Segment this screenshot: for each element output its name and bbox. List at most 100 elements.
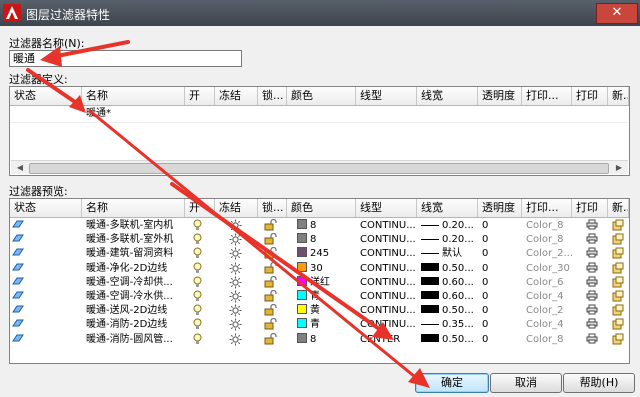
column-header-linetype[interactable]: 线型 bbox=[356, 87, 417, 105]
column-header-freeze[interactable]: 冻结 bbox=[215, 199, 258, 217]
color-cell[interactable]: 8 bbox=[287, 332, 356, 347]
linetype-cell[interactable]: CONTINU... bbox=[356, 233, 417, 247]
color-cell[interactable]: 8 bbox=[287, 219, 356, 233]
layer-name-cell[interactable]: 暖通-多联机-室外机 bbox=[82, 233, 185, 247]
freeze-sun-icon[interactable] bbox=[215, 262, 258, 276]
close-button[interactable]: ✕ bbox=[596, 3, 638, 24]
new-vp-freeze-icon[interactable] bbox=[608, 304, 629, 318]
plot-style-cell[interactable]: Color_4 bbox=[522, 318, 572, 332]
plot-style-cell[interactable]: Color_2 bbox=[522, 304, 572, 318]
transparency-cell[interactable]: 0 bbox=[478, 233, 522, 247]
status-icon[interactable] bbox=[10, 233, 82, 247]
printer-icon[interactable] bbox=[572, 333, 608, 347]
unlock-icon[interactable] bbox=[258, 318, 287, 332]
transparency-cell[interactable]: 0 bbox=[478, 304, 522, 318]
definition-horizontal-scrollbar[interactable]: ◀ ▶ bbox=[11, 160, 628, 174]
layer-name-cell[interactable]: 暖通-消防-2D边线 bbox=[82, 318, 185, 332]
column-header-status[interactable]: 状态 bbox=[10, 199, 82, 217]
column-header-lineweight[interactable]: 线宽 bbox=[417, 87, 478, 105]
cancel-button[interactable]: 取消 bbox=[490, 373, 562, 393]
new-vp-freeze-icon[interactable] bbox=[608, 318, 629, 332]
layer-name-cell[interactable]: 暖通-空调-冷水供... bbox=[82, 290, 185, 304]
printer-icon[interactable] bbox=[572, 219, 608, 233]
layer-name-cell[interactable]: 暖通-多联机-室内机 bbox=[82, 219, 185, 233]
plot-style-cell[interactable]: Color_2... bbox=[522, 247, 572, 261]
unlock-icon[interactable] bbox=[258, 304, 287, 318]
layer-name-cell[interactable]: 暖通-消防-圆风管... bbox=[82, 333, 185, 347]
unlock-icon[interactable] bbox=[258, 261, 287, 276]
column-header-transparency[interactable]: 透明度 bbox=[478, 87, 522, 105]
preview-row[interactable]: 暖通-送风-2D边线 黄 CONTINU... 0.50... 0 Color_2 bbox=[10, 304, 629, 318]
freeze-sun-icon[interactable] bbox=[215, 219, 258, 233]
column-header-on[interactable]: 开 bbox=[185, 199, 215, 217]
freeze-sun-icon[interactable] bbox=[215, 318, 258, 332]
linetype-cell[interactable]: CONTINU... bbox=[356, 219, 417, 233]
lineweight-cell[interactable]: 0.60... bbox=[417, 290, 478, 304]
lightbulb-icon[interactable] bbox=[185, 333, 215, 347]
lineweight-cell[interactable]: 0.20... bbox=[417, 219, 478, 233]
preview-row[interactable]: 暖通-净化-2D边线 30 CONTINU... 0.50... 0 Color_30 bbox=[10, 261, 629, 276]
printer-icon[interactable] bbox=[572, 262, 608, 276]
freeze-sun-icon[interactable] bbox=[215, 290, 258, 304]
color-cell[interactable]: 8 bbox=[287, 233, 356, 247]
ok-button[interactable]: 确定 bbox=[415, 373, 489, 393]
lightbulb-icon[interactable] bbox=[185, 290, 215, 304]
freeze-sun-icon[interactable] bbox=[215, 233, 258, 247]
unlock-icon[interactable] bbox=[258, 219, 287, 233]
linetype-cell[interactable]: CONTINU... bbox=[356, 304, 417, 318]
plot-style-cell[interactable]: Color_8 bbox=[522, 333, 572, 347]
new-vp-freeze-icon[interactable] bbox=[608, 247, 629, 261]
linetype-cell[interactable]: CONTINU... bbox=[356, 276, 417, 290]
new-vp-freeze-icon[interactable] bbox=[608, 233, 629, 247]
column-header-plot-style[interactable]: 打印... bbox=[522, 87, 572, 105]
lineweight-cell[interactable]: 0.20... bbox=[417, 233, 478, 247]
lightbulb-icon[interactable] bbox=[185, 304, 215, 318]
unlock-icon[interactable] bbox=[258, 275, 287, 290]
column-header-name[interactable]: 名称 bbox=[82, 87, 185, 105]
lineweight-cell[interactable]: 0.50... bbox=[417, 333, 478, 347]
status-icon[interactable] bbox=[10, 304, 82, 318]
new-vp-freeze-icon[interactable] bbox=[608, 290, 629, 304]
status-icon[interactable] bbox=[10, 318, 82, 332]
printer-icon[interactable] bbox=[572, 247, 608, 261]
column-header-name[interactable]: 名称 bbox=[82, 199, 185, 217]
lightbulb-icon[interactable] bbox=[185, 219, 215, 233]
filter-definition-grid[interactable]: 状态名称开冻结锁...颜色线型线宽透明度打印...打印新... 暖通* ◀ ▶ bbox=[9, 86, 630, 176]
unlock-icon[interactable] bbox=[258, 290, 287, 304]
scroll-left-arrow-icon[interactable]: ◀ bbox=[13, 161, 27, 174]
freeze-sun-icon[interactable] bbox=[215, 304, 258, 318]
freeze-sun-icon[interactable] bbox=[215, 333, 258, 347]
transparency-cell[interactable]: 0 bbox=[478, 247, 522, 261]
linetype-cell[interactable]: CENTER bbox=[356, 333, 417, 347]
transparency-cell[interactable]: 0 bbox=[478, 276, 522, 290]
lineweight-cell[interactable]: 0.60... bbox=[417, 276, 478, 290]
new-vp-freeze-icon[interactable] bbox=[608, 276, 629, 290]
definition-name-cell[interactable]: 暖通* bbox=[82, 107, 185, 121]
unlock-icon[interactable] bbox=[258, 332, 287, 347]
filter-preview-grid[interactable]: 状态名称开冻结锁...颜色线型线宽透明度打印...打印新... 暖通-多联机-室… bbox=[9, 198, 630, 364]
preview-row[interactable]: 暖通-空调-冷水供... 青 CONTINU... 0.60... 0 Color_4 bbox=[10, 290, 629, 304]
definition-row[interactable]: 暖通* bbox=[10, 107, 629, 121]
unlock-icon[interactable] bbox=[258, 233, 287, 247]
color-cell[interactable]: 青 bbox=[287, 318, 356, 332]
layer-name-cell[interactable]: 暖通-建筑-留洞资料 bbox=[82, 247, 185, 261]
scroll-right-arrow-icon[interactable]: ▶ bbox=[612, 161, 626, 174]
preview-row[interactable]: 暖通-多联机-室内机 8 CONTINU... 0.20... 0 Color_8 bbox=[10, 219, 629, 233]
lightbulb-icon[interactable] bbox=[185, 262, 215, 276]
new-vp-freeze-icon[interactable] bbox=[608, 262, 629, 276]
column-header-lineweight[interactable]: 线宽 bbox=[417, 199, 478, 217]
color-cell[interactable]: 黄 bbox=[287, 304, 356, 318]
linetype-cell[interactable]: CONTINU... bbox=[356, 262, 417, 276]
status-icon[interactable] bbox=[10, 247, 82, 261]
transparency-cell[interactable]: 0 bbox=[478, 290, 522, 304]
lightbulb-icon[interactable] bbox=[185, 276, 215, 290]
column-header-freeze[interactable]: 冻结 bbox=[215, 87, 258, 105]
column-header-transparency[interactable]: 透明度 bbox=[478, 199, 522, 217]
lightbulb-icon[interactable] bbox=[185, 318, 215, 332]
column-header-new-vp-freeze[interactable]: 新... bbox=[608, 199, 629, 217]
status-icon[interactable] bbox=[10, 333, 82, 347]
lineweight-cell[interactable]: 默认 bbox=[417, 247, 478, 261]
plot-style-cell[interactable]: Color_4 bbox=[522, 290, 572, 304]
status-icon[interactable] bbox=[10, 262, 82, 276]
plot-style-cell[interactable]: Color_6 bbox=[522, 276, 572, 290]
